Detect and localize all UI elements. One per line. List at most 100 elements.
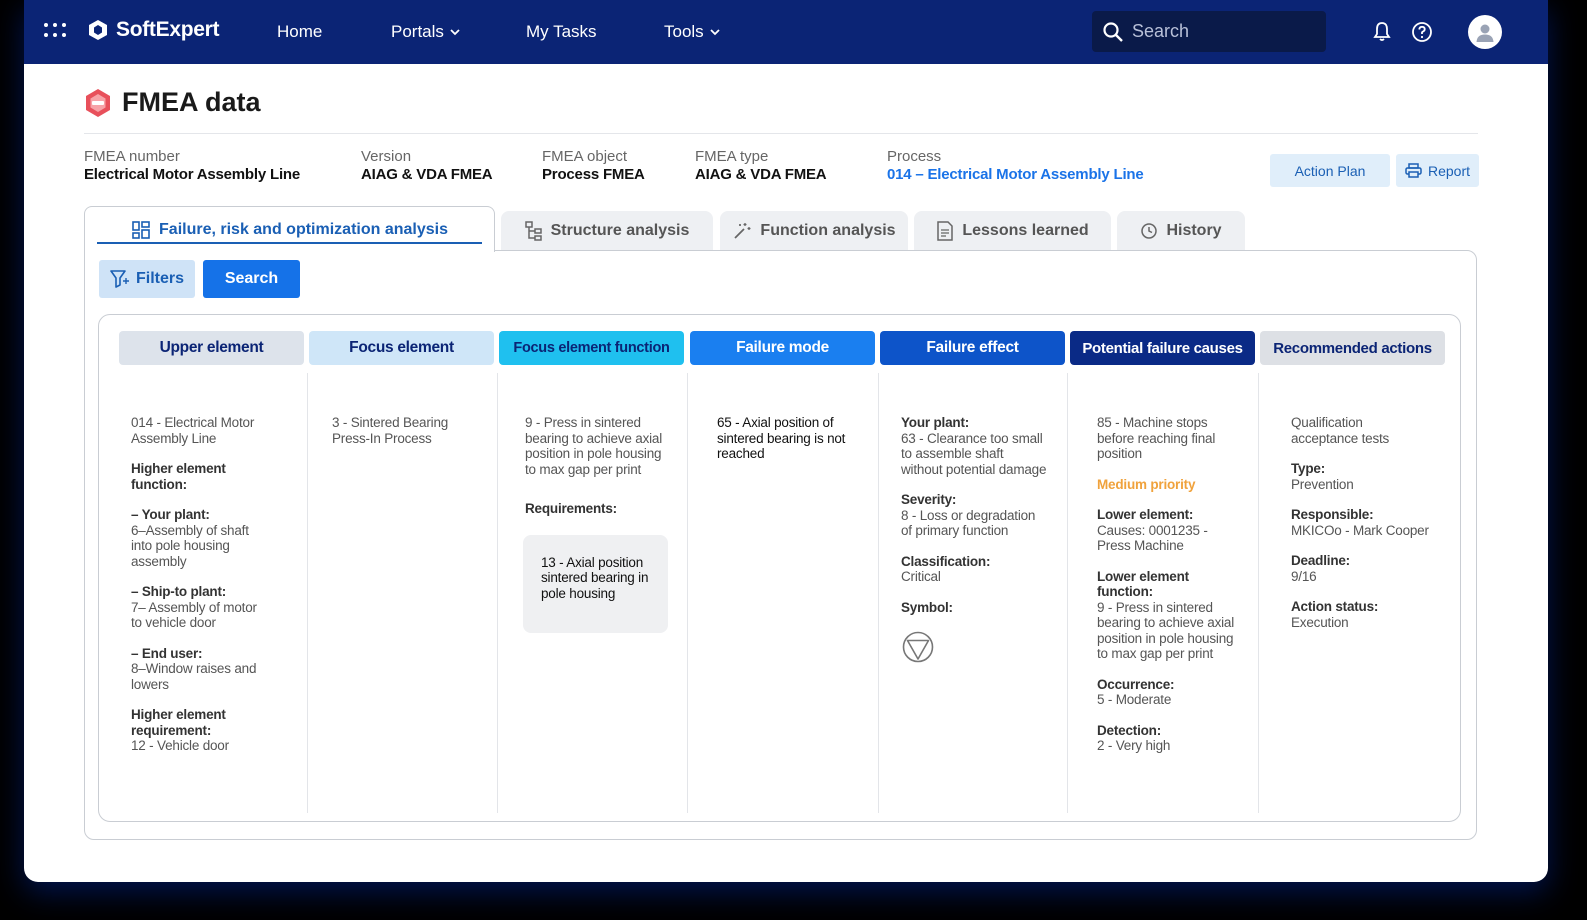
nav-my-tasks-label: My Tasks (526, 22, 597, 41)
upper-element-card[interactable]: 014 - Electrical Motor Assembly Line Hig… (131, 415, 271, 769)
app-launcher-icon[interactable] (44, 23, 68, 41)
help-icon[interactable] (1410, 20, 1434, 44)
classification-value: Critical (901, 569, 941, 584)
requirement-card[interactable]: 13 - Axial position sintered bearing in … (523, 534, 668, 633)
user-avatar[interactable] (1468, 15, 1502, 49)
nav-tools[interactable]: Tools (664, 22, 720, 42)
tab-label: Failure, risk and optimization analysis (159, 220, 448, 238)
global-search-box[interactable] (1092, 11, 1326, 52)
meta-label: Process (887, 148, 942, 165)
action-plan-button[interactable]: Action Plan (1270, 154, 1390, 187)
deadline-label: Deadline: (1291, 553, 1350, 568)
tab-failure-risk-analysis[interactable]: Failure, risk and optimization analysis (84, 206, 495, 252)
focus-function-value: 9 - Press in sintered bearing to achieve… (525, 415, 663, 477)
meta-value: AIAG & VDA FMEA (695, 166, 827, 183)
filters-label: Filters (135, 270, 184, 287)
meta-fmea-object: FMEA object Process FMEA (542, 148, 645, 183)
softexpert-logo-icon (89, 20, 107, 40)
severity-label: Severity: (901, 492, 957, 507)
column-header-failure-effect[interactable]: Failure effect (880, 331, 1065, 365)
tab-lessons-learned[interactable]: Lessons learned (914, 211, 1111, 251)
tab-label: Lessons learned (962, 222, 1089, 239)
detection-value: 2 - Very high (1097, 738, 1171, 753)
process-link[interactable]: 014 – Electrical Motor Assembly Line (887, 166, 1144, 183)
search-button[interactable]: Search (203, 260, 300, 298)
column-header-upper-element[interactable]: Upper element (119, 331, 304, 365)
page-title: FMEA data (122, 87, 261, 117)
higher-requirement-label: Higher element requirement: (131, 707, 226, 738)
failure-causes-card[interactable]: 85 - Machine stops before reaching final… (1097, 415, 1237, 769)
failure-mode-card[interactable]: 65 - Axial position of sintered bearing … (717, 415, 857, 477)
meta-fmea-type: FMEA type AIAG & VDA FMEA (695, 148, 827, 183)
effect-your-plant-label: Your plant: (901, 415, 970, 430)
report-button[interactable]: Report (1396, 154, 1479, 187)
ship-to-plant-value: 7– Assembly of motor to vehicle door (131, 599, 257, 631)
nav-tools-label: Tools (664, 22, 704, 41)
effect-your-plant-value: 63 - Clearance too small to assemble sha… (901, 430, 1047, 477)
tab-function-analysis[interactable]: Function analysis (720, 211, 908, 251)
critical-symbol-icon (902, 631, 934, 663)
column-divider (687, 373, 688, 813)
nav-my-tasks[interactable]: My Tasks (526, 22, 597, 42)
column-divider (497, 373, 498, 813)
occurrence-value: 5 - Moderate (1097, 692, 1172, 707)
nav-portals[interactable]: Portals (391, 22, 460, 42)
active-tab-indicator (97, 242, 482, 244)
brand-logo[interactable]: SoftExpert (86, 18, 219, 42)
brand-name: SoftExpert (116, 18, 220, 41)
tab-label: Function analysis (760, 222, 896, 239)
column-header-failure-mode[interactable]: Failure mode (690, 331, 875, 365)
meta-label: FMEA object (542, 148, 628, 165)
filter-icon (110, 270, 129, 288)
meta-version: Version AIAG & VDA FMEA (361, 148, 493, 183)
top-navigation-bar: SoftExpert Home Portals My Tasks Tools (24, 0, 1548, 64)
tab-structure-analysis[interactable]: Structure analysis (501, 211, 713, 251)
lower-function-value: 9 - Press in sintered bearing to achieve… (1097, 599, 1235, 662)
column-header-focus-element[interactable]: Focus element (309, 331, 494, 365)
filters-button[interactable]: Filters (99, 260, 195, 298)
chevron-down-icon (450, 29, 460, 36)
type-label: Type: (1291, 461, 1326, 476)
upper-element-value: 014 - Electrical Motor Assembly Line (131, 415, 255, 446)
end-user-value: 8–Window raises and lowers (131, 661, 257, 692)
chevron-down-icon (710, 29, 720, 36)
failure-mode-value: 65 - Axial position of sintered bearing … (717, 415, 846, 461)
tab-history[interactable]: History (1117, 211, 1245, 251)
requirements-label: Requirements: (525, 501, 617, 516)
hierarchy-icon (524, 221, 542, 241)
failure-effect-card[interactable]: Your plant: 63 - Clearance too small to a… (901, 415, 1047, 668)
requirement-value: 13 - Axial position sintered bearing in … (541, 554, 649, 601)
action-plan-label: Action Plan (1294, 162, 1366, 179)
magic-wand-icon (734, 223, 751, 239)
recommended-actions-card[interactable]: Qualification acceptance tests Type: Prev… (1291, 415, 1431, 645)
fmea-icon (86, 88, 110, 117)
lower-element-value: Causes: 0001235 - Press Machine (1097, 522, 1208, 554)
meta-value: Process FMEA (542, 166, 645, 183)
page-header: FMEA data (84, 87, 261, 118)
fmea-board: Upper element Focus element Focus elemen… (98, 314, 1461, 822)
app-window: SoftExpert Home Portals My Tasks Tools S… (24, 0, 1548, 882)
bell-icon[interactable] (1370, 20, 1394, 44)
column-header-failure-causes[interactable]: Potential failure causes (1070, 331, 1255, 365)
report-label: Report (1427, 162, 1471, 179)
dashboard-icon (132, 220, 150, 239)
tab-label: Structure analysis (550, 222, 690, 239)
meta-label: Version (361, 148, 412, 165)
responsible-label: Responsible: (1291, 507, 1374, 522)
lower-element-label: Lower element: (1097, 507, 1194, 522)
meta-value: AIAG & VDA FMEA (361, 166, 493, 183)
global-search-input[interactable] (1132, 21, 1312, 42)
clock-icon (1141, 223, 1158, 239)
focus-element-card[interactable]: 3 - Sintered Bearing Press-In Process (332, 415, 472, 461)
recommended-action-value: Qualification acceptance tests (1291, 415, 1390, 446)
column-header-focus-function[interactable]: Focus element function (499, 331, 684, 365)
nav-home[interactable]: Home (277, 22, 322, 42)
priority-badge: Medium priority (1097, 476, 1196, 492)
classification-label: Classification: (901, 553, 991, 569)
tab-label: History (1166, 222, 1222, 239)
column-header-recommended-actions[interactable]: Recommended actions (1260, 331, 1445, 365)
meta-label: FMEA number (84, 148, 180, 165)
meta-process: Process 014 – Electrical Motor Assembly … (887, 148, 1144, 183)
occurrence-label: Occurrence: (1097, 676, 1175, 692)
focus-function-card[interactable]: 9 - Press in sintered bearing to achieve… (523, 415, 668, 633)
